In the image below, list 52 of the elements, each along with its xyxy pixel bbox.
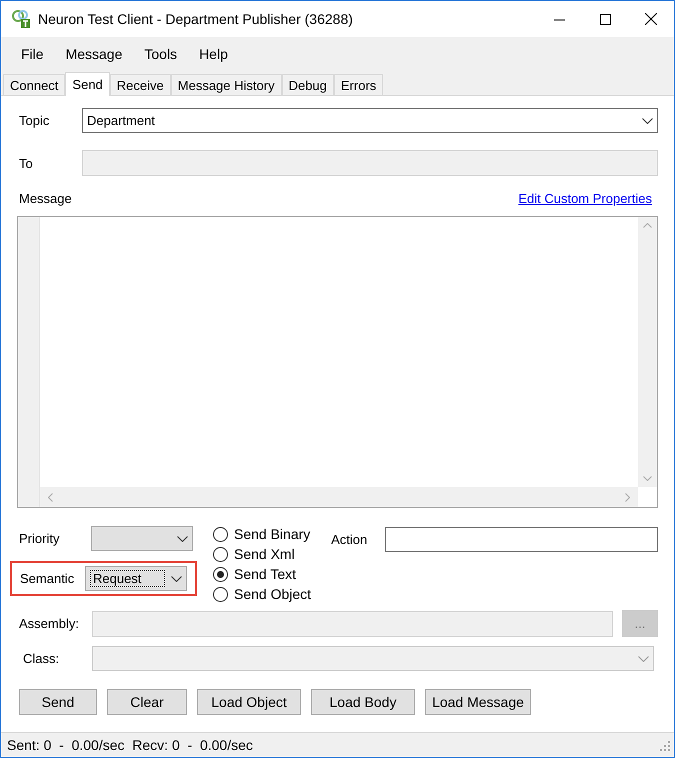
scroll-right-icon[interactable] [625,492,630,502]
resize-grip-icon[interactable] [658,739,670,751]
window-title: Neuron Test Client - Department Publisher (36288) [38,11,354,27]
action-button[interactable]: Load Object [197,689,301,715]
send-mode-radio[interactable]: Send Text [213,564,312,584]
class-dropdown[interactable] [92,646,654,671]
tab[interactable]: Send [65,72,110,96]
send-mode-radio[interactable]: Send Object [213,584,312,604]
send-mode-radio[interactable]: Send Xml [213,544,312,564]
send-mode-radio[interactable]: Send Binary [213,524,312,544]
priority-dropdown[interactable] [91,526,193,551]
tab[interactable]: Errors [334,74,384,95]
menu-item[interactable]: Help [188,46,239,62]
menu-item[interactable]: Tools [133,46,188,62]
horizontal-scrollbar[interactable] [40,487,638,507]
maximize-icon [600,14,610,24]
tab[interactable]: Debug [282,74,334,95]
topic-dropdown[interactable]: Department [82,108,658,133]
topic-label: Topic [18,113,50,128]
scroll-left-icon[interactable] [48,492,53,502]
message-text-area[interactable] [17,216,658,508]
scroll-up-icon[interactable] [643,223,652,228]
chevron-down-icon [177,536,188,542]
app-logo-icon [11,9,31,29]
to-field[interactable] [82,150,658,176]
assembly-label: Assembly: [18,616,80,631]
menu-item[interactable]: Message [54,46,134,62]
action-button[interactable]: Clear [107,689,187,715]
scroll-down-icon[interactable] [643,476,652,481]
vertical-scrollbar[interactable] [638,217,657,487]
close-icon [645,13,657,25]
to-label: To [18,156,34,170]
chevron-down-icon [638,656,649,662]
semantic-dropdown[interactable]: Request [85,566,187,591]
chevron-down-icon [171,576,182,582]
action-field[interactable] [385,526,658,552]
status-text: Sent: 0 - 0.00/sec Recv: 0 - 0.00/sec [7,737,253,753]
assembly-field[interactable] [92,610,613,636]
class-label: Class: [22,651,60,666]
action-label: Action [330,532,368,546]
priority-label: Priority [18,531,60,546]
tab[interactable]: Receive [110,74,171,95]
action-button[interactable]: Load Message [425,689,531,715]
menu-item[interactable]: File [10,46,55,62]
semantic-label: Semantic [19,571,76,586]
chevron-down-icon [642,118,653,124]
edit-custom-properties-link[interactable]: Edit Custom Properties [518,191,652,206]
tab[interactable]: Message History [170,74,282,95]
action-button[interactable]: Load Body [311,689,415,715]
message-label: Message [18,191,73,206]
action-button[interactable]: Send [19,689,97,715]
tab[interactable]: Connect [3,74,66,95]
